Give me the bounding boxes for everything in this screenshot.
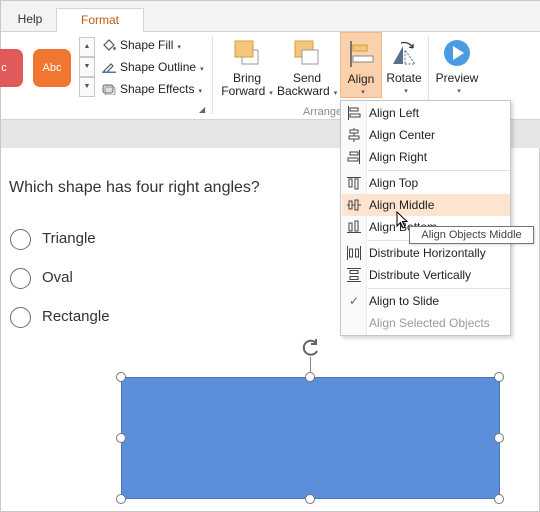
resize-handle-top[interactable]: [305, 372, 315, 382]
menu-item-align-right[interactable]: Align Right: [342, 146, 510, 168]
checkmark-icon: ✓: [348, 294, 360, 308]
menu-item-distribute-vertically[interactable]: Distribute Vertically: [342, 264, 510, 286]
distribute-horizontally-icon: [347, 246, 361, 260]
send-backward-label-2: Backward ▾: [277, 84, 338, 98]
tab-format[interactable]: Format: [56, 8, 144, 33]
menu-item-align-left[interactable]: Align Left: [342, 102, 510, 124]
shape-effects-label: Shape Effects: [120, 82, 195, 96]
distribute-vertically-icon: [347, 268, 361, 282]
shape-fill-button[interactable]: Shape Fill ▾: [102, 36, 181, 54]
align-button[interactable]: Align ▾: [340, 32, 382, 98]
resize-handle-top-left[interactable]: [116, 372, 126, 382]
bring-forward-button[interactable]: Bring Forward ▾: [221, 32, 273, 110]
chevron-down-icon: ▾: [198, 88, 203, 95]
align-right-icon: [347, 150, 360, 164]
shape-effects-button[interactable]: Shape Effects ▾: [102, 80, 202, 98]
resize-handle-top-right[interactable]: [494, 372, 504, 382]
chevron-down-icon: ▾: [457, 88, 461, 95]
radio-button[interactable]: [10, 229, 31, 250]
align-top-icon: [347, 177, 361, 190]
shape-outline-label: Shape Outline: [120, 60, 197, 74]
bring-forward-icon: [234, 40, 259, 65]
rotate-label: Rotate: [386, 71, 422, 85]
menu-item-align-selected-objects: Align Selected Objects: [369, 316, 490, 330]
send-backward-button[interactable]: Send Backward ▾: [277, 32, 337, 110]
play-icon: [444, 40, 470, 66]
bring-forward-label-2: Forward ▾: [221, 84, 273, 98]
question-text: Which shape has four right angles?: [9, 179, 260, 196]
answer-label: Triangle: [42, 230, 96, 247]
answer-label: Oval: [42, 269, 73, 286]
pen-icon: [102, 63, 116, 73]
radio-button[interactable]: [10, 307, 31, 328]
align-icon: [350, 41, 374, 67]
resize-handle-bottom[interactable]: [305, 494, 315, 504]
shape-style-1[interactable]: c: [0, 49, 23, 87]
ribbon-tab-bar: Help Format: [1, 1, 540, 33]
menu-separator: [368, 170, 510, 171]
shape-effects-icon: [102, 84, 116, 95]
radio-button[interactable]: [10, 268, 31, 289]
rotate-icon: [393, 41, 416, 65]
answer-label: Rectangle: [42, 308, 110, 325]
resize-handle-bottom-left[interactable]: [116, 494, 126, 504]
gallery-more-button[interactable]: ▼: [79, 77, 95, 97]
preview-button[interactable]: Preview ▾: [433, 32, 481, 110]
menu-item-align-to-slide[interactable]: ✓ Align to Slide: [342, 290, 510, 312]
align-left-icon: [348, 106, 361, 120]
chevron-down-icon: ▾: [361, 89, 365, 96]
menu-item-align-top[interactable]: Align Top: [342, 172, 510, 194]
chevron-down-icon: ▾: [404, 88, 408, 95]
menu-item-distribute-horizontally[interactable]: Distribute Horizontally: [342, 242, 510, 264]
ribbon-separator: [212, 36, 213, 114]
dialog-launcher-icon[interactable]: ◢: [199, 105, 205, 114]
shape-fill-label: Shape Fill: [120, 38, 174, 52]
align-label: Align: [347, 72, 375, 86]
selected-rectangle-shape[interactable]: [121, 377, 500, 499]
mouse-cursor-icon: [396, 211, 409, 229]
chevron-down-icon: ▾: [177, 44, 181, 51]
resize-handle-bottom-right[interactable]: [494, 494, 504, 504]
align-dropdown-menu: Align Left Align Center Align Right Alig…: [340, 100, 511, 336]
tooltip: Align Objects Middle: [409, 226, 534, 244]
arrange-group-label: Arrange: [303, 106, 343, 118]
align-center-icon: [348, 128, 360, 142]
gallery-scroll-down-button[interactable]: ▼: [79, 57, 95, 77]
paint-bucket-icon: [103, 39, 116, 51]
rotate-handle-icon[interactable]: [301, 338, 321, 358]
preview-label: Preview: [435, 71, 479, 85]
menu-item-align-center[interactable]: Align Center: [342, 124, 510, 146]
rotate-button[interactable]: Rotate ▾: [384, 32, 424, 110]
chevron-down-icon: ▾: [200, 66, 204, 73]
shape-style-2[interactable]: Abc: [33, 49, 71, 87]
send-backward-icon: [294, 40, 319, 65]
align-bottom-icon: [347, 220, 361, 233]
resize-handle-right[interactable]: [494, 433, 504, 443]
menu-item-align-middle[interactable]: Align Middle: [342, 194, 510, 216]
resize-handle-left[interactable]: [116, 433, 126, 443]
gallery-scroll-up-button[interactable]: ▲: [79, 37, 95, 57]
align-middle-icon: [347, 199, 361, 211]
shape-outline-button[interactable]: Shape Outline ▾: [102, 58, 204, 76]
menu-separator: [368, 288, 510, 289]
tab-help[interactable]: Help: [6, 8, 54, 32]
